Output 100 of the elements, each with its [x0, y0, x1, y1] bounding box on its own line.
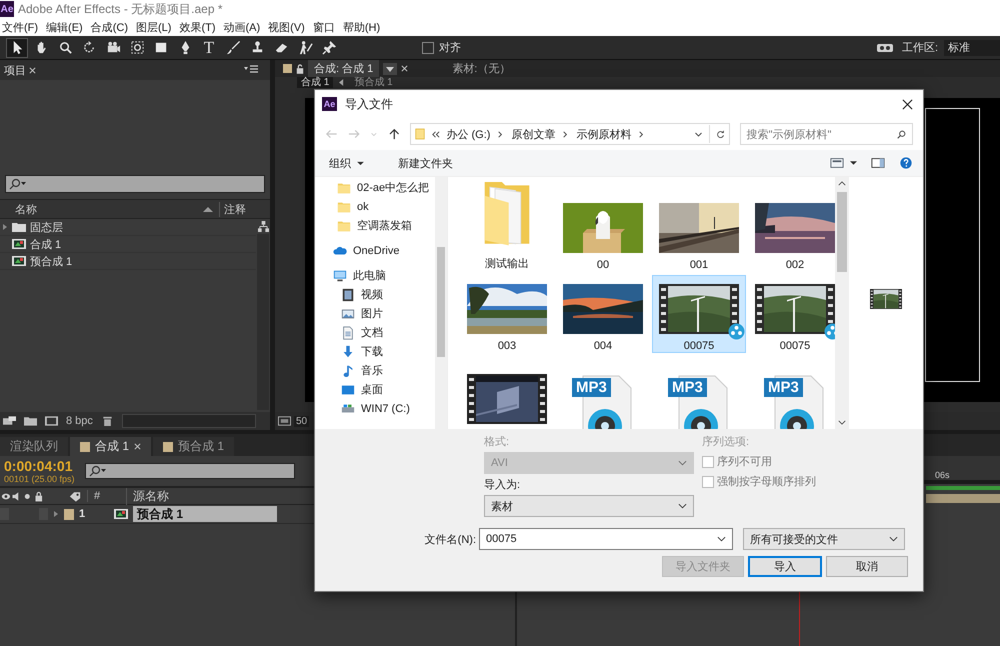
nav-item[interactable]: 音乐: [315, 361, 435, 380]
nav-item[interactable]: 桌面: [315, 380, 435, 399]
project-item[interactable]: 合成 1: [0, 236, 256, 253]
workspace-icon[interactable]: [876, 42, 894, 54]
dialog-button[interactable]: 导入: [748, 556, 822, 577]
expand-arrow-icon[interactable]: [2, 223, 8, 231]
scrollbar-thumb[interactable]: [837, 192, 847, 272]
column-header[interactable]: 名称: [15, 202, 37, 216]
timecode[interactable]: 0:00:04:01: [4, 458, 75, 474]
address-bar[interactable]: 办公 (G:) 原创文章 示例原材料: [410, 123, 730, 145]
composition-icon[interactable]: [45, 416, 58, 426]
interpret-icon[interactable]: [3, 416, 16, 426]
caret-icon[interactable]: [850, 160, 857, 166]
close-icon[interactable]: [29, 66, 36, 74]
menu-item[interactable]: 合成(C): [88, 20, 134, 34]
trash-icon[interactable]: [100, 416, 114, 426]
file-item[interactable]: MP3: [556, 369, 650, 429]
scrollbar[interactable]: [122, 414, 256, 428]
menu-item[interactable]: 帮助(H): [340, 20, 386, 34]
panel-tab[interactable]: 渲染队列: [0, 437, 68, 456]
lock-icon[interactable]: [296, 64, 304, 74]
new-folder-button[interactable]: 新建文件夹: [392, 154, 459, 172]
workspace-dropdown[interactable]: 标准: [944, 40, 1000, 56]
file-item[interactable]: MP3: [652, 369, 746, 429]
close-icon[interactable]: [401, 65, 408, 72]
column-header[interactable]: 注释: [219, 202, 246, 216]
menu-item[interactable]: 动画(A): [222, 20, 266, 34]
search-field[interactable]: [5, 175, 265, 193]
nav-item[interactable]: 02-ae中怎么把: [315, 178, 435, 197]
checkbox[interactable]: [422, 42, 434, 54]
nav-item[interactable]: 图片: [315, 304, 435, 323]
file-item[interactable]: 00075: [652, 275, 746, 353]
file-item[interactable]: 003: [460, 275, 554, 356]
file-item[interactable]: 002: [748, 181, 835, 275]
nav-item[interactable]: 空调蒸发箱: [315, 216, 435, 235]
tool-button[interactable]: [6, 38, 28, 58]
footage-tab[interactable]: 素材:（无）: [452, 61, 510, 76]
scrollbar-thumb[interactable]: [437, 247, 445, 357]
path-segment[interactable]: 示例原材料: [576, 126, 632, 142]
filename-field[interactable]: 00075: [479, 528, 733, 550]
nav-item[interactable]: 下载: [315, 342, 435, 361]
search-field[interactable]: [84, 463, 295, 479]
panel-tab[interactable]: 项目: [4, 62, 26, 78]
menu-item[interactable]: 文件(F): [0, 20, 44, 34]
tool-button[interactable]: T: [198, 38, 220, 58]
breadcrumb[interactable]: 预合成 1: [350, 77, 397, 88]
panel-menu-icon[interactable]: [244, 65, 258, 75]
path-segment[interactable]: 办公 (G:): [446, 126, 490, 142]
menu-item[interactable]: 效果(T): [177, 20, 222, 34]
file-item[interactable]: 00: [556, 181, 650, 275]
nav-item[interactable]: 视频: [315, 285, 435, 304]
scroll-down-icon[interactable]: [838, 420, 846, 425]
close-icon[interactable]: [902, 98, 913, 110]
breadcrumb[interactable]: 合成 1: [297, 77, 334, 88]
panel-tab[interactable]: 合成 1: [70, 437, 152, 456]
label-color[interactable]: [64, 508, 74, 520]
nav-item[interactable]: WIN7 (C:): [315, 399, 435, 418]
dropdown-icon[interactable]: [383, 62, 398, 74]
file-item[interactable]: MP3: [748, 369, 835, 429]
preview-pane-icon[interactable]: [871, 157, 885, 169]
refresh-icon[interactable]: [716, 130, 725, 138]
project-item[interactable]: 固态层: [0, 219, 256, 236]
file-item[interactable]: 001: [652, 181, 746, 275]
nav-item[interactable]: 文档: [315, 323, 435, 342]
menu-item[interactable]: 窗口: [310, 20, 341, 34]
import-as-dropdown[interactable]: 素材: [484, 495, 694, 517]
scrollbar[interactable]: [257, 234, 269, 410]
search-field[interactable]: 搜索"示例原材料": [740, 123, 914, 145]
zoom-field[interactable]: 50: [294, 416, 310, 426]
folder-icon[interactable]: [24, 416, 37, 426]
menu-item[interactable]: 编辑(E): [44, 20, 89, 34]
preview-icon[interactable]: [278, 416, 291, 426]
nav-item[interactable]: OneDrive: [315, 241, 435, 260]
panel-tab[interactable]: 预合成 1: [153, 437, 234, 456]
composition-tab[interactable]: 合成: 合成 1: [308, 60, 380, 77]
scrollbar[interactable]: [835, 177, 849, 429]
up-arrow-icon[interactable]: [388, 128, 400, 140]
caret-icon[interactable]: [694, 130, 703, 138]
file-type-dropdown[interactable]: 所有可接受的文件: [743, 528, 905, 550]
close-icon[interactable]: [134, 443, 142, 450]
scrollbar[interactable]: [435, 177, 447, 429]
help-icon[interactable]: [899, 157, 913, 169]
nav-item[interactable]: ok: [315, 197, 435, 216]
menu-item[interactable]: 图层(L): [134, 20, 178, 34]
project-item[interactable]: 预合成 1: [0, 253, 256, 270]
menu-item[interactable]: 视图(V): [266, 20, 311, 34]
bit-depth-button[interactable]: 8 bpc: [66, 415, 93, 427]
dialog-button[interactable]: 取消: [826, 556, 908, 577]
organize-button[interactable]: 组织: [323, 154, 370, 172]
expand-arrow-icon[interactable]: [53, 510, 59, 518]
file-item[interactable]: 00075: [748, 275, 835, 356]
file-item[interactable]: 004: [556, 275, 650, 356]
layer-name[interactable]: 预合成 1: [133, 506, 277, 522]
path-segment[interactable]: 原创文章: [511, 126, 556, 142]
scroll-up-icon[interactable]: [838, 181, 846, 186]
flowchart-icon[interactable]: [258, 221, 268, 232]
file-item[interactable]: 测试输出: [460, 181, 554, 275]
nav-item[interactable]: 此电脑: [315, 266, 435, 285]
column-header[interactable]: 源名称: [126, 488, 170, 504]
view-icon[interactable]: [830, 157, 844, 169]
